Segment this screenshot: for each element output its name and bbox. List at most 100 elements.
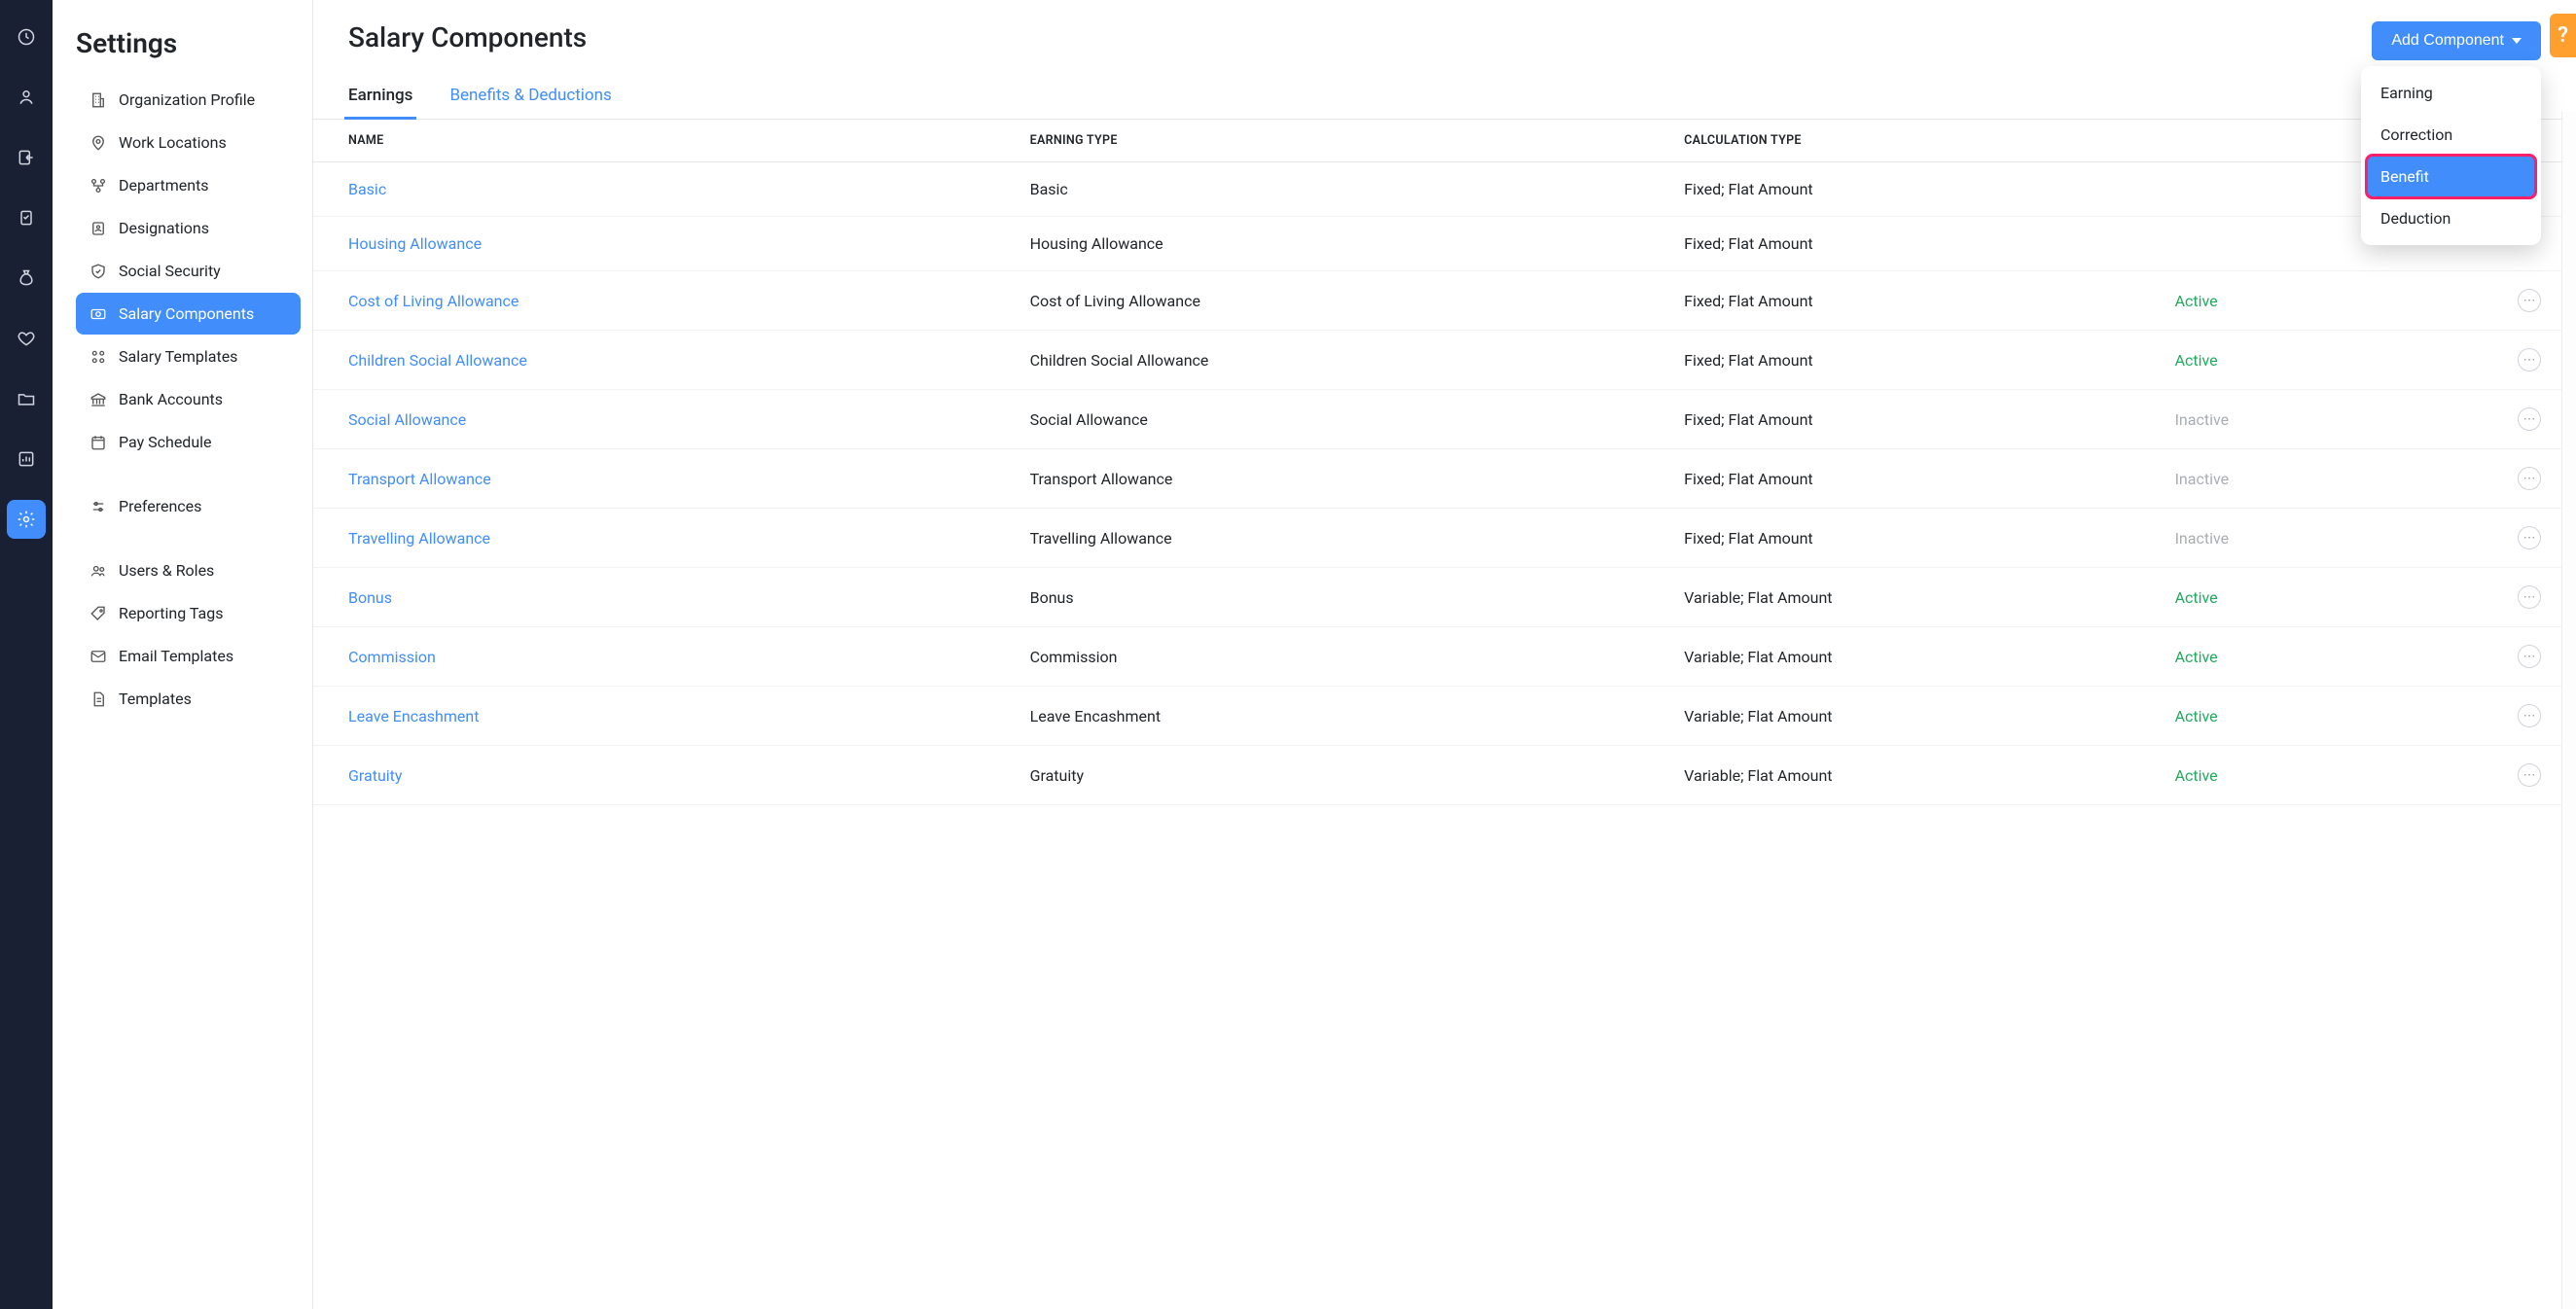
envelope-icon	[89, 648, 107, 665]
tab-earnings[interactable]: Earnings	[348, 80, 412, 119]
report-icon[interactable]	[7, 440, 46, 478]
sidebar-item-preferences[interactable]: Preferences	[76, 485, 301, 527]
more-options-icon[interactable]: ⋯	[2518, 704, 2541, 727]
components-table: NAME EARNING TYPE CALCULATION TYPE Basic…	[313, 120, 2576, 805]
component-name-link[interactable]: Bonus	[313, 568, 995, 627]
component-name-link[interactable]: Gratuity	[313, 746, 995, 805]
more-options-icon[interactable]: ⋯	[2518, 467, 2541, 490]
settings-sidebar: Settings Organization Profile Work Locati…	[53, 0, 313, 1309]
dropdown-option-deduction[interactable]: Deduction	[2367, 197, 2535, 239]
sidebar-item-users-roles[interactable]: Users & Roles	[76, 549, 301, 591]
more-options-icon[interactable]: ⋯	[2518, 348, 2541, 371]
sidebar-item-organization-profile[interactable]: Organization Profile	[76, 79, 301, 121]
sidebar-item-label: Organization Profile	[119, 90, 255, 109]
dashboard-icon[interactable]	[7, 18, 46, 56]
sidebar-item-label: Designations	[119, 219, 209, 237]
component-name-link[interactable]: Cost of Living Allowance	[313, 271, 995, 331]
building-icon	[89, 91, 107, 109]
table-row: Cost of Living AllowanceCost of Living A…	[313, 271, 2576, 331]
calculation-type-cell: Fixed; Flat Amount	[1649, 509, 2139, 568]
sidebar-item-templates[interactable]: Templates	[76, 678, 301, 720]
row-actions-cell: ⋯	[2440, 509, 2576, 568]
dropdown-option-correction[interactable]: Correction	[2367, 114, 2535, 156]
help-button[interactable]: ?	[2550, 14, 2576, 57]
table-row: BonusBonusVariable; Flat AmountActive⋯	[313, 568, 2576, 627]
component-name-link[interactable]: Basic	[313, 162, 995, 217]
sidebar-item-social-security[interactable]: Social Security	[76, 250, 301, 292]
calculation-type-cell: Fixed; Flat Amount	[1649, 331, 2139, 390]
sidebar-item-reporting-tags[interactable]: Reporting Tags	[76, 592, 301, 634]
clipboard-icon[interactable]	[7, 198, 46, 237]
sidebar-item-label: Preferences	[119, 497, 201, 515]
add-component-label: Add Component	[2391, 32, 2504, 50]
sidebar-item-departments[interactable]: Departments	[76, 164, 301, 206]
settings-title: Settings	[76, 27, 301, 59]
component-name-link[interactable]: Social Allowance	[313, 390, 995, 449]
earning-type-cell: Bonus	[995, 568, 1650, 627]
more-options-icon[interactable]: ⋯	[2518, 645, 2541, 668]
calculation-type-cell: Variable; Flat Amount	[1649, 746, 2139, 805]
sidebar-item-bank-accounts[interactable]: Bank Accounts	[76, 378, 301, 420]
earning-type-cell: Transport Allowance	[995, 449, 1650, 509]
component-name-link[interactable]: Children Social Allowance	[313, 331, 995, 390]
more-options-icon[interactable]: ⋯	[2518, 763, 2541, 787]
earning-type-cell: Leave Encashment	[995, 687, 1650, 746]
table-row: CommissionCommissionVariable; Flat Amoun…	[313, 627, 2576, 687]
col-calculation-type: CALCULATION TYPE	[1649, 120, 2139, 162]
calendar-icon	[89, 434, 107, 451]
sidebar-item-designations[interactable]: Designations	[76, 207, 301, 249]
row-actions-cell: ⋯	[2440, 627, 2576, 687]
table-row: GratuityGratuityVariable; Flat AmountAct…	[313, 746, 2576, 805]
row-actions-cell: ⋯	[2440, 331, 2576, 390]
calculation-type-cell: Variable; Flat Amount	[1649, 627, 2139, 687]
dropdown-option-benefit[interactable]: Benefit	[2367, 156, 2535, 197]
component-name-link[interactable]: Commission	[313, 627, 995, 687]
sidebar-item-email-templates[interactable]: Email Templates	[76, 635, 301, 677]
sidebar-item-label: Users & Roles	[119, 561, 214, 580]
person-icon[interactable]	[7, 78, 46, 117]
more-options-icon[interactable]: ⋯	[2518, 407, 2541, 431]
status-cell: Active	[2140, 271, 2440, 331]
sidebar-item-pay-schedule[interactable]: Pay Schedule	[76, 421, 301, 463]
dropdown-option-earning[interactable]: Earning	[2367, 72, 2535, 114]
exit-icon[interactable]	[7, 138, 46, 177]
earning-type-cell: Housing Allowance	[995, 217, 1650, 271]
sidebar-item-salary-components[interactable]: Salary Components	[76, 293, 301, 335]
add-component-dropdown: EarningCorrectionBenefitDeduction	[2361, 66, 2541, 245]
salary-components-icon	[89, 305, 107, 323]
heart-icon[interactable]	[7, 319, 46, 358]
page-title: Salary Components	[348, 21, 587, 53]
money-bag-icon[interactable]	[7, 259, 46, 298]
shield-icon	[89, 263, 107, 280]
sidebar-item-label: Work Locations	[119, 133, 227, 152]
file-icon	[89, 690, 107, 708]
folder-icon[interactable]	[7, 379, 46, 418]
earning-type-cell: Children Social Allowance	[995, 331, 1650, 390]
row-actions-cell: ⋯	[2440, 687, 2576, 746]
calculation-type-cell: Fixed; Flat Amount	[1649, 390, 2139, 449]
sidebar-item-salary-templates[interactable]: Salary Templates	[76, 336, 301, 377]
tab-benefits-deductions[interactable]: Benefits & Deductions	[449, 80, 611, 119]
status-cell: Inactive	[2140, 449, 2440, 509]
status-cell: Active	[2140, 568, 2440, 627]
add-component-button[interactable]: Add Component	[2372, 21, 2541, 60]
chevron-down-icon	[2512, 38, 2522, 44]
component-name-link[interactable]: Housing Allowance	[313, 217, 995, 271]
sidebar-item-work-locations[interactable]: Work Locations	[76, 122, 301, 163]
sidebar-item-label: Pay Schedule	[119, 433, 212, 451]
earning-type-cell: Travelling Allowance	[995, 509, 1650, 568]
component-name-link[interactable]: Transport Allowance	[313, 449, 995, 509]
tabs: Earnings Benefits & Deductions	[313, 80, 2576, 120]
more-options-icon[interactable]: ⋯	[2518, 289, 2541, 312]
status-cell: Inactive	[2140, 509, 2440, 568]
settings-icon[interactable]	[7, 500, 46, 539]
more-options-icon[interactable]: ⋯	[2518, 526, 2541, 549]
calculation-type-cell: Fixed; Flat Amount	[1649, 162, 2139, 217]
row-actions-cell: ⋯	[2440, 271, 2576, 331]
calculation-type-cell: Fixed; Flat Amount	[1649, 271, 2139, 331]
sidebar-item-label: Email Templates	[119, 647, 233, 665]
scrollbar[interactable]	[2561, 112, 2576, 1309]
more-options-icon[interactable]: ⋯	[2518, 585, 2541, 609]
component-name-link[interactable]: Leave Encashment	[313, 687, 995, 746]
component-name-link[interactable]: Travelling Allowance	[313, 509, 995, 568]
